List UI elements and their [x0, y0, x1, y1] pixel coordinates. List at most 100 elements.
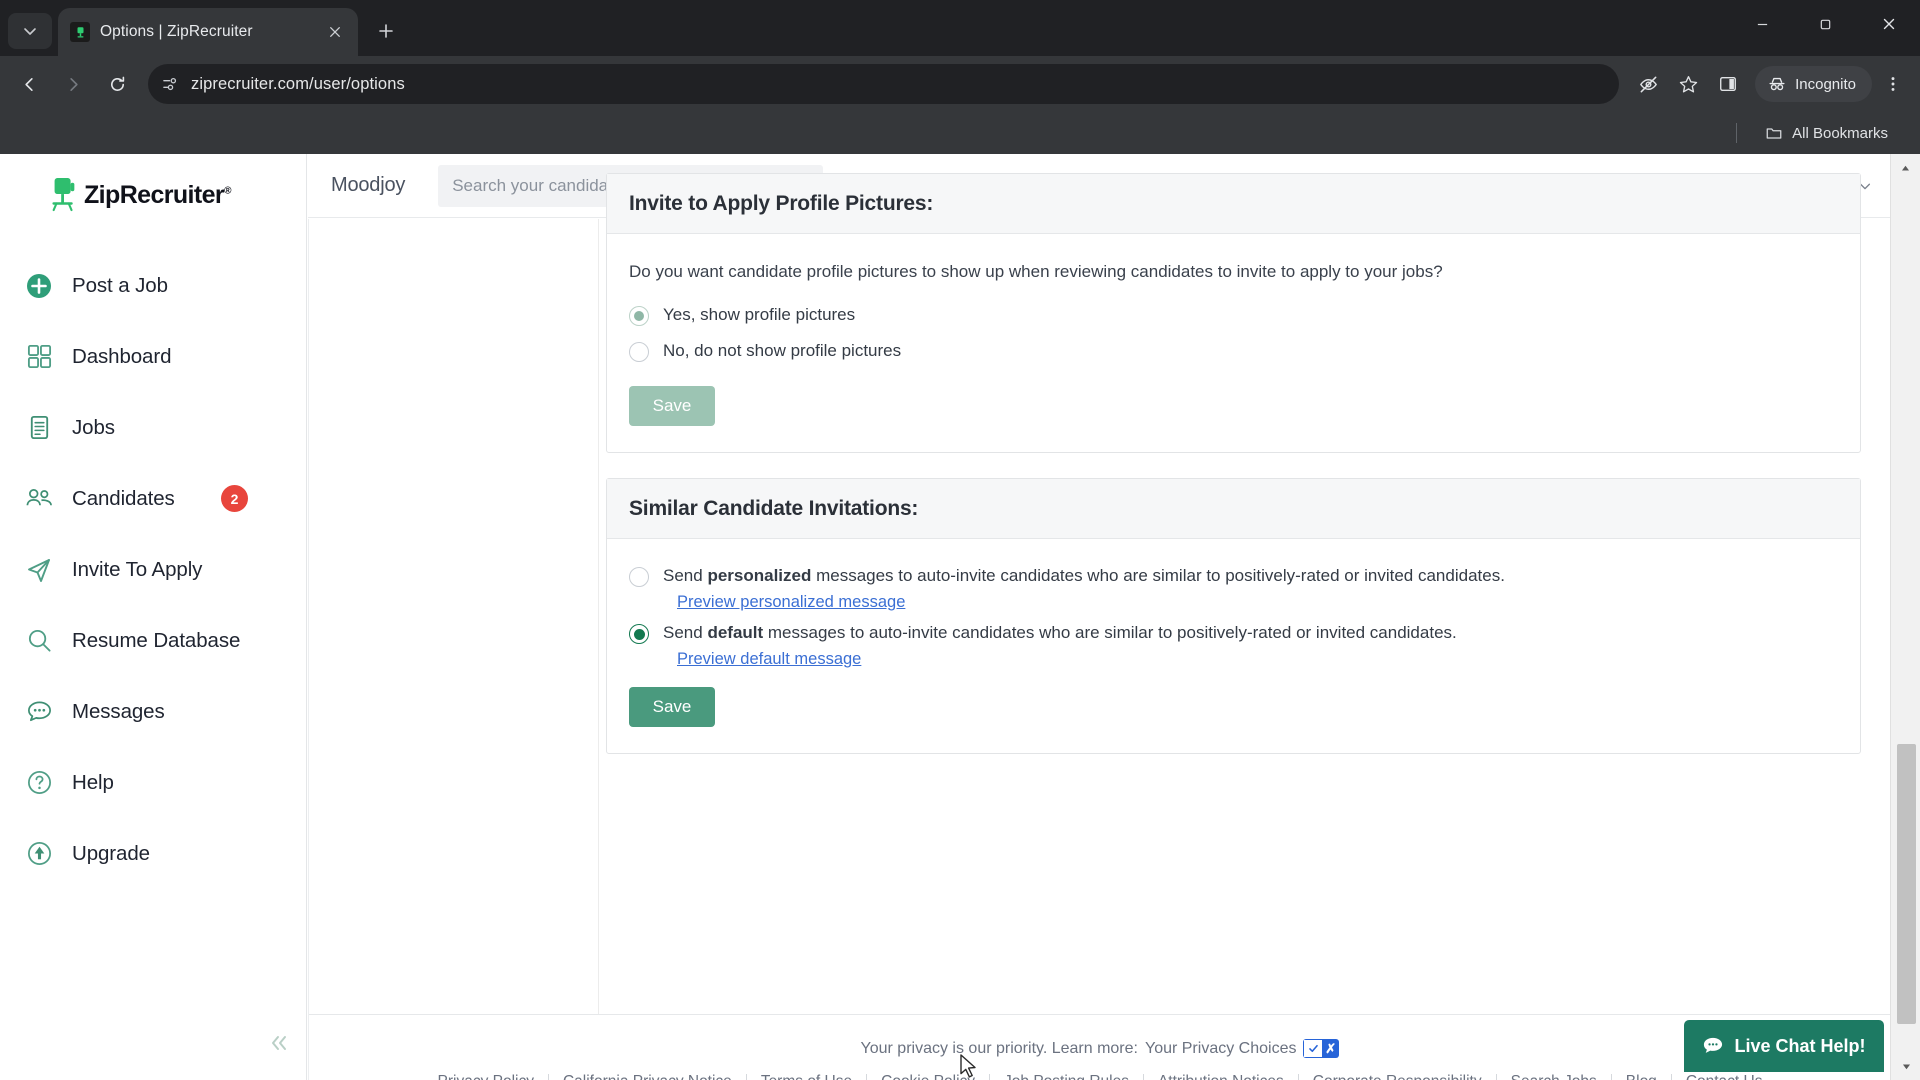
registered-mark: ®	[224, 185, 231, 197]
footer-link[interactable]: Contact Us	[1672, 1074, 1777, 1080]
sidebar-item-help[interactable]: Help	[0, 747, 306, 818]
footer-link[interactable]: Attribution Notices	[1144, 1074, 1299, 1080]
tab-title: Options | ZipRecruiter	[100, 23, 253, 40]
minimize-button[interactable]	[1731, 0, 1794, 48]
preview-default-message-link[interactable]: Preview default message	[677, 650, 1838, 669]
radio-option-personalized[interactable]: Send personalized messages to auto-invit…	[629, 565, 1838, 587]
privacy-choices-label[interactable]: Your Privacy Choices	[1145, 1040, 1296, 1058]
card-body: Send personalized messages to auto-invit…	[607, 539, 1860, 753]
back-button[interactable]	[8, 63, 50, 105]
footer-link[interactable]: Privacy Policy	[424, 1074, 549, 1080]
side-panel-icon	[1720, 76, 1737, 92]
footer-link[interactable]: California Privacy Notice	[549, 1074, 747, 1080]
page-scrollbar[interactable]	[1890, 154, 1920, 1080]
sidebar-item-invite-to-apply[interactable]: Invite To Apply	[0, 534, 306, 605]
radio-button[interactable]	[629, 305, 649, 326]
maximize-icon	[1820, 19, 1831, 29]
preview-personalized-message-link[interactable]: Preview personalized message	[677, 593, 1838, 612]
arrow-right-icon	[69, 77, 78, 91]
radio-button[interactable]	[629, 341, 649, 362]
live-chat-button[interactable]: Live Chat Help!	[1684, 1020, 1884, 1072]
footer-link[interactable]: Blog	[1612, 1074, 1672, 1080]
triangle-down-icon	[1902, 1064, 1910, 1069]
footer-link[interactable]: Search Jobs	[1497, 1074, 1612, 1080]
page-viewport: ZipRecruiter® Post a Job Dashboard Jobs …	[0, 154, 1920, 1080]
address-bar[interactable]: ziprecruiter.com/user/options	[148, 64, 1620, 104]
card-description: Do you want candidate profile pictures t…	[629, 262, 1443, 281]
browser-tab[interactable]: Options | ZipRecruiter	[58, 8, 358, 56]
option-prefix: Send	[663, 566, 708, 585]
check-icon	[1308, 1044, 1318, 1053]
option-prefix: Send	[663, 623, 708, 643]
sidebar-label: Candidates	[72, 486, 175, 510]
scrollbar-thumb[interactable]	[1897, 744, 1916, 1024]
app-sidebar: ZipRecruiter® Post a Job Dashboard Jobs …	[0, 154, 307, 1080]
footer-link[interactable]: Terms of Use	[747, 1074, 868, 1080]
radio-button[interactable]	[629, 567, 649, 587]
sidebar-label: Post a Job	[72, 273, 168, 297]
all-bookmarks-button[interactable]: All Bookmarks	[1757, 119, 1896, 147]
radio-label: Send default messages to auto-invite can…	[663, 622, 1457, 644]
logo-wordmark: ZipRecruiter	[84, 180, 225, 209]
tab-strip: Options | ZipRecruiter	[0, 0, 1920, 56]
radio-button[interactable]	[629, 624, 649, 645]
sidebar-item-upgrade[interactable]: Upgrade	[0, 818, 306, 889]
paper-plane-icon	[24, 555, 54, 585]
footer-link[interactable]: Corporate Responsibility	[1299, 1074, 1497, 1080]
scroll-up-button[interactable]	[1891, 154, 1920, 182]
forward-button[interactable]	[52, 63, 94, 105]
footer-link[interactable]: Job Posting Rules	[990, 1074, 1144, 1080]
people-icon	[24, 484, 54, 514]
maximize-button[interactable]	[1794, 0, 1857, 48]
sidebar-item-dashboard[interactable]: Dashboard	[0, 321, 306, 392]
sidebar-item-messages[interactable]: Messages	[0, 676, 306, 747]
sidebar-nav: Post a Job Dashboard Jobs Candidates 2 I…	[0, 250, 306, 889]
radio-option-no-show-pictures[interactable]: No, do not show profile pictures	[629, 340, 1838, 362]
reload-button[interactable]	[96, 63, 138, 105]
sidebar-item-jobs[interactable]: Jobs	[0, 392, 306, 463]
double-chevron-left-icon	[272, 1036, 286, 1050]
sidebar-item-resume-database[interactable]: Resume Database	[0, 605, 306, 676]
tab-search-button[interactable]	[8, 13, 52, 49]
ziprecruiter-logo[interactable]: ZipRecruiter®	[0, 154, 306, 214]
badge-check-half	[1303, 1039, 1322, 1058]
card-title: Invite to Apply Profile Pictures:	[629, 192, 934, 215]
chrome-menu-button[interactable]	[1874, 65, 1912, 103]
radio-option-default[interactable]: Send default messages to auto-invite can…	[629, 622, 1838, 645]
live-chat-label: Live Chat Help!	[1734, 1035, 1866, 1056]
card-body: Do you want candidate profile pictures t…	[607, 234, 1860, 452]
bookmarks-divider	[1736, 123, 1738, 143]
site-settings-icon	[163, 77, 177, 90]
browser-toolbar: ziprecruiter.com/user/options Incognito	[0, 56, 1920, 112]
question-circle-icon	[24, 768, 54, 798]
side-panel-button[interactable]	[1709, 65, 1747, 103]
radio-option-yes-show-pictures[interactable]: Yes, show profile pictures	[629, 304, 1838, 326]
incognito-indicator[interactable]: Incognito	[1755, 66, 1872, 102]
close-window-button[interactable]	[1857, 0, 1920, 48]
minimize-icon	[1757, 23, 1768, 25]
radio-label: Yes, show profile pictures	[663, 304, 856, 324]
card-similar-candidate-invitations: Similar Candidate Invitations: Send pers…	[606, 478, 1861, 755]
main-content: Invite to Apply Profile Pictures: Do you…	[308, 173, 1920, 1080]
bookmark-star-button[interactable]	[1669, 65, 1707, 103]
candidates-badge: 2	[221, 485, 248, 512]
new-tab-button[interactable]	[366, 11, 406, 51]
save-button-profile-pictures[interactable]: Save	[629, 385, 715, 426]
privacy-choices-badge-icon[interactable]: ✗	[1303, 1039, 1340, 1058]
footer-link[interactable]: Cookie Policy	[867, 1074, 991, 1080]
scroll-down-button[interactable]	[1891, 1052, 1920, 1080]
card-invite-to-apply-profile-pictures: Invite to Apply Profile Pictures: Do you…	[606, 173, 1861, 453]
sidebar-collapse-button[interactable]	[262, 1026, 296, 1060]
save-button-similar-invitations[interactable]: Save	[629, 687, 715, 728]
radio-label: No, do not show profile pictures	[663, 340, 902, 360]
sidebar-item-post-a-job[interactable]: Post a Job	[0, 250, 306, 321]
chevron-down-icon	[24, 28, 36, 35]
sidebar-item-candidates[interactable]: Candidates 2	[0, 463, 306, 534]
option-emphasis: default	[707, 623, 764, 643]
tracking-protection-button[interactable]	[1629, 65, 1667, 103]
radio-label: Send personalized messages to auto-invit…	[663, 565, 1505, 587]
chair-logo-icon	[52, 178, 75, 212]
privacy-notice: Your privacy is our priority. Learn more…	[309, 1039, 1891, 1058]
logo-text: ZipRecruiter®	[84, 181, 231, 210]
tab-close-button[interactable]	[324, 21, 346, 43]
